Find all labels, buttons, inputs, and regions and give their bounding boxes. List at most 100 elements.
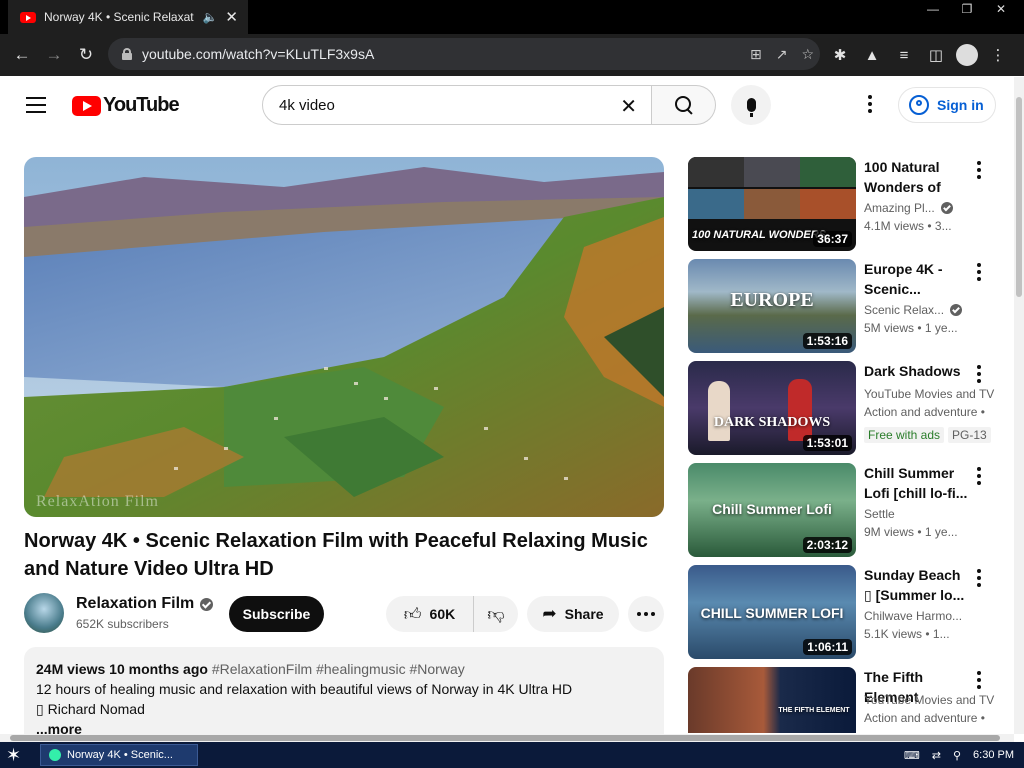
browser-tab[interactable]: Norway 4K • Scenic Relaxation 🔈 ✕: [8, 0, 248, 34]
channel-name[interactable]: Relaxation Film: [76, 595, 194, 613]
lock-icon[interactable]: [122, 48, 132, 60]
search-button[interactable]: [652, 85, 716, 125]
search-tray-icon[interactable]: ⚲: [953, 749, 961, 762]
recommendation-meta: 5M views • 1 ye...: [864, 321, 994, 335]
video-thumbnail[interactable]: THE FIFTH ELEMENT: [688, 667, 856, 733]
clear-search-icon[interactable]: ✕: [620, 94, 637, 119]
item-menu-icon[interactable]: [974, 365, 984, 385]
channel-avatar[interactable]: [24, 593, 64, 633]
recommendation-item[interactable]: Chill Summer Lofi 2:03:12 Chill Summer L…: [688, 463, 1000, 557]
upload-age: • 1 ye...: [917, 321, 958, 335]
thumbnail-text: THE FIFTH ELEMENT: [778, 707, 850, 714]
recommendation-channel[interactable]: Settle: [864, 507, 994, 521]
youtube-header: YouTube 4k video ✕ Sign in: [0, 77, 1014, 133]
video-thumbnail[interactable]: CHILL SUMMER LOFI 1:06:11: [688, 565, 856, 659]
description-box[interactable]: 24M views 10 months ago #RelaxationFilm …: [24, 647, 664, 747]
taskbar-window-label: Norway 4K • Scenic...: [67, 749, 173, 761]
upload-age: • 3...: [927, 219, 952, 233]
subscribe-button[interactable]: Subscribe: [229, 596, 324, 632]
item-menu-icon[interactable]: [974, 467, 984, 487]
channel-label[interactable]: Scenic Relax...: [864, 303, 944, 317]
media-queue-icon[interactable]: ≡: [892, 47, 916, 64]
speaker-icon[interactable]: 🔈: [202, 10, 217, 24]
thumbs-up-icon: 👍︎: [403, 604, 422, 624]
address-bar[interactable]: youtube.com/watch?v=KLuTLF3x9sA ⊞ ↗ ☆: [108, 38, 820, 70]
voice-search-button[interactable]: [731, 85, 771, 125]
bookmark-star-icon[interactable]: ☆: [801, 46, 814, 63]
forward-arrow-icon[interactable]: →: [38, 39, 70, 71]
back-arrow-icon[interactable]: ←: [6, 39, 38, 71]
recommendation-item[interactable]: EUROPE 1:53:16 Europe 4K - Scenic... Sce…: [688, 259, 1000, 353]
reload-icon[interactable]: ↻: [70, 39, 102, 71]
channel-row: Relaxation Film 652K subscribers Subscri…: [24, 593, 664, 633]
restore-button[interactable]: ❐: [950, 0, 984, 18]
start-menu-icon[interactable]: ✶: [6, 745, 21, 766]
recommendation-item[interactable]: DARK SHADOWS 1:53:01 Dark Shadows YouTub…: [688, 361, 1000, 455]
recommendation-channel[interactable]: Scenic Relax...: [864, 303, 994, 317]
search-input[interactable]: 4k video ✕: [262, 85, 652, 125]
minimize-button[interactable]: —: [916, 0, 950, 18]
profile-avatar-icon[interactable]: [956, 44, 978, 66]
browser-menu-icon[interactable]: ⋮: [986, 46, 1010, 64]
more-actions-button[interactable]: [628, 596, 664, 632]
recommendation-meta: 9M views • 1 ye...: [864, 525, 994, 539]
tab-close-icon[interactable]: ✕: [225, 8, 238, 26]
view-count: 5M views: [864, 321, 915, 335]
dislike-button[interactable]: 👎︎: [474, 604, 518, 625]
recommendation-channel[interactable]: YouTube Movies and TV: [864, 693, 994, 707]
thumbnail-text: Chill Summer Lofi: [712, 501, 832, 517]
item-menu-icon[interactable]: [974, 161, 984, 181]
horizontal-scroll-thumb[interactable]: [10, 735, 1000, 741]
sign-in-label: Sign in: [937, 97, 984, 113]
recommendation-title[interactable]: Dark Shadows: [864, 361, 968, 381]
url-text[interactable]: youtube.com/watch?v=KLuTLF3x9sA: [142, 46, 374, 62]
keyboard-icon[interactable]: ⌨: [904, 749, 920, 762]
video-thumbnail[interactable]: EUROPE 1:53:16: [688, 259, 856, 353]
recommendation-title[interactable]: 100 Natural Wonders of th...: [864, 157, 968, 197]
item-menu-icon[interactable]: [974, 671, 984, 691]
recommendation-item[interactable]: CHILL SUMMER LOFI 1:06:11 Sunday Beach ▯…: [688, 565, 1000, 659]
sign-in-button[interactable]: Sign in: [898, 87, 996, 123]
recommendation-title[interactable]: Europe 4K - Scenic...: [864, 259, 968, 299]
thumbnail-text: DARK SHADOWS: [713, 415, 831, 430]
install-app-icon[interactable]: ⊞: [750, 46, 762, 63]
recommendation-channel[interactable]: Amazing Pl...: [864, 201, 994, 215]
item-menu-icon[interactable]: [974, 569, 984, 589]
share-label: Share: [564, 606, 604, 622]
share-arrow-icon: ➦: [542, 604, 557, 623]
recommendation-channel[interactable]: YouTube Movies and TV: [864, 387, 994, 401]
video-thumbnail[interactable]: DARK SHADOWS 1:53:01: [688, 361, 856, 455]
search-query[interactable]: 4k video: [279, 97, 335, 114]
labs-flask-icon[interactable]: ▲: [860, 47, 884, 64]
recommendation-channel[interactable]: Chilwave Harmo...: [864, 609, 994, 623]
network-icon[interactable]: ⇄: [932, 749, 941, 762]
clock[interactable]: 6:30 PM: [973, 749, 1014, 761]
close-window-button[interactable]: ✕: [984, 0, 1018, 18]
video-thumbnail[interactable]: 100 NATURAL WONDERS 36:37: [688, 157, 856, 251]
like-button[interactable]: 👍︎ 60K: [386, 596, 474, 632]
video-player[interactable]: RelaxAtion Film: [24, 157, 664, 517]
video-thumbnail[interactable]: Chill Summer Lofi 2:03:12: [688, 463, 856, 557]
taskbar-window-button[interactable]: Norway 4K • Scenic...: [40, 744, 198, 766]
vertical-scrollbar[interactable]: [1014, 77, 1024, 734]
horizontal-scrollbar[interactable]: [0, 734, 1014, 742]
item-menu-icon[interactable]: [974, 263, 984, 283]
share-button[interactable]: ➦ Share: [527, 596, 619, 632]
channel-name-link[interactable]: Relaxation Film: [76, 595, 214, 613]
side-panel-icon[interactable]: ◫: [924, 46, 948, 64]
channel-label[interactable]: Amazing Pl...: [864, 201, 935, 215]
settings-more-icon[interactable]: [860, 95, 880, 115]
description-line-1: 12 hours of healing music and relaxation…: [36, 681, 573, 697]
vertical-scroll-thumb[interactable]: [1016, 97, 1022, 297]
share-page-icon[interactable]: ↗: [776, 46, 788, 63]
hashtags[interactable]: #RelaxationFilm #healingmusic #Norway: [212, 661, 465, 677]
youtube-logo[interactable]: YouTube: [72, 94, 180, 117]
recommendation-title[interactable]: Chill Summer Lofi [chill lo-fi...: [864, 463, 968, 503]
recommendation-title[interactable]: Sunday Beach ▯ [Summer lo...: [864, 565, 968, 605]
extensions-puzzle-icon[interactable]: ✱: [828, 46, 852, 64]
recommendation-item[interactable]: THE FIFTH ELEMENT The Fifth Element YouT…: [688, 667, 1000, 733]
account-icon: [909, 95, 929, 115]
recommendation-item[interactable]: 100 NATURAL WONDERS 36:37 100 Natural Wo…: [688, 157, 1000, 251]
hamburger-menu-icon[interactable]: [26, 97, 46, 113]
view-count: 4.1M views: [864, 219, 925, 233]
